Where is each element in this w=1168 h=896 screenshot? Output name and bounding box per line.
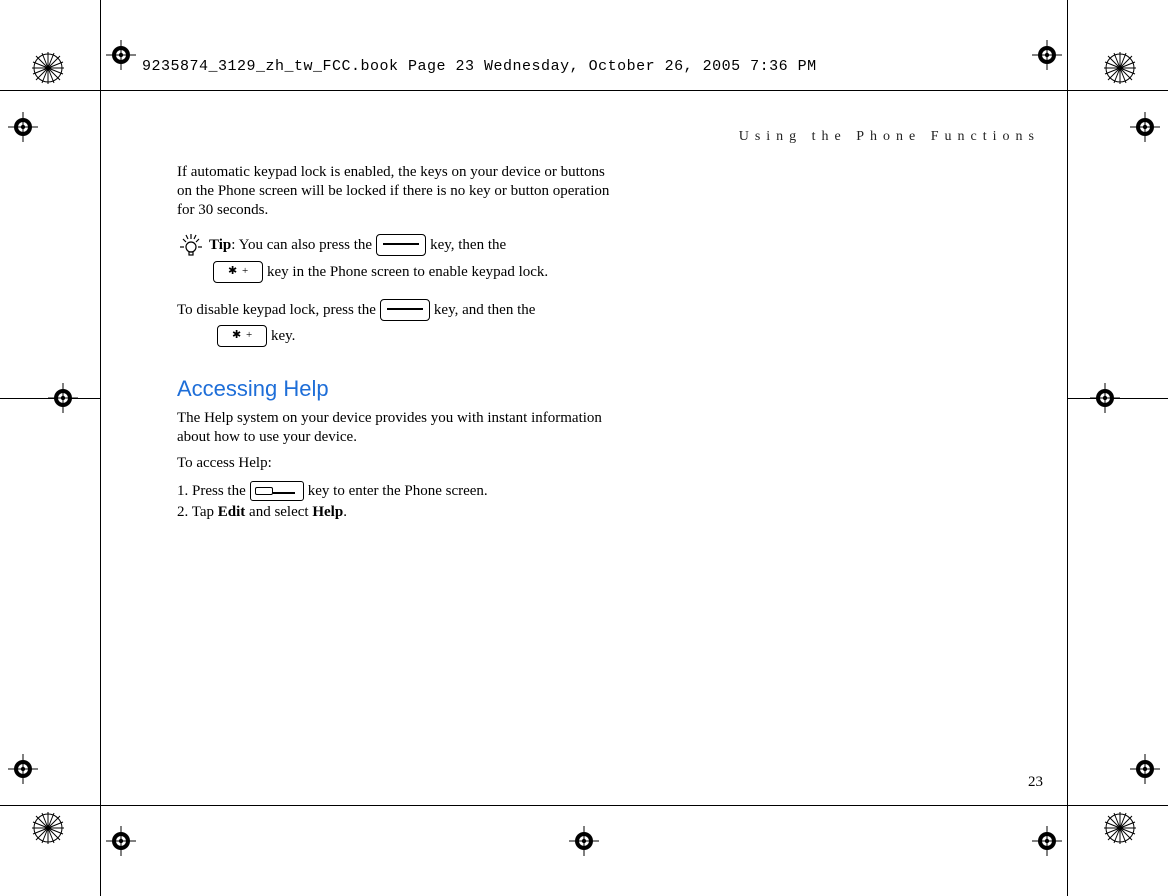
section-header: Using the Phone Functions [739,129,1040,145]
heading-accessing-help: Accessing Help [177,375,617,403]
star-key-icon [213,261,263,283]
star-key-icon [217,325,267,347]
menu-help: Help [312,504,343,520]
text: 2. Tap [177,504,218,520]
crosshair-icon [1032,40,1062,70]
crosshair-icon [1130,112,1160,142]
registration-mark-icon [30,810,66,846]
crosshair-icon [48,383,78,413]
step-1: 1. Press the key to enter the Phone scre… [177,481,617,501]
text: and select [245,504,312,520]
page-number: 23 [1028,774,1043,791]
text: 1. Press the [177,482,246,501]
crosshair-icon [106,826,136,856]
text: key in the Phone screen to enable keypad… [267,263,548,282]
body-content: If automatic keypad lock is enabled, the… [177,163,617,524]
lightbulb-icon [177,233,205,257]
text: key, then the [430,236,506,255]
softkey-icon [376,234,426,256]
text: key to enter the Phone screen. [308,482,488,501]
document-slug: 9235874_3129_zh_tw_FCC.book Page 23 Wedn… [142,58,817,75]
paragraph: The Help system on your device provides … [177,409,617,447]
crosshair-icon [1090,383,1120,413]
text: key, and then the [434,301,536,320]
paragraph: To access Help: [177,454,617,473]
menu-edit: Edit [218,504,246,520]
registration-mark-icon [1102,50,1138,86]
step-2: 2. Tap Edit and select Help. [177,503,617,522]
softkey-icon [380,299,430,321]
crosshair-icon [569,826,599,856]
text: . [343,504,347,520]
registration-mark-icon [30,50,66,86]
crosshair-icon [8,754,38,784]
crosshair-icon [106,40,136,70]
text: To disable keypad lock, press the [177,301,376,320]
tip-label: Tip [209,237,231,253]
phone-key-icon [250,481,304,501]
registration-mark-icon [1102,810,1138,846]
crosshair-icon [1130,754,1160,784]
crosshair-icon [8,112,38,142]
text: key. [271,327,295,346]
text: : You can also press the [231,237,372,253]
crosshair-icon [1032,826,1062,856]
paragraph: If automatic keypad lock is enabled, the… [177,163,617,219]
